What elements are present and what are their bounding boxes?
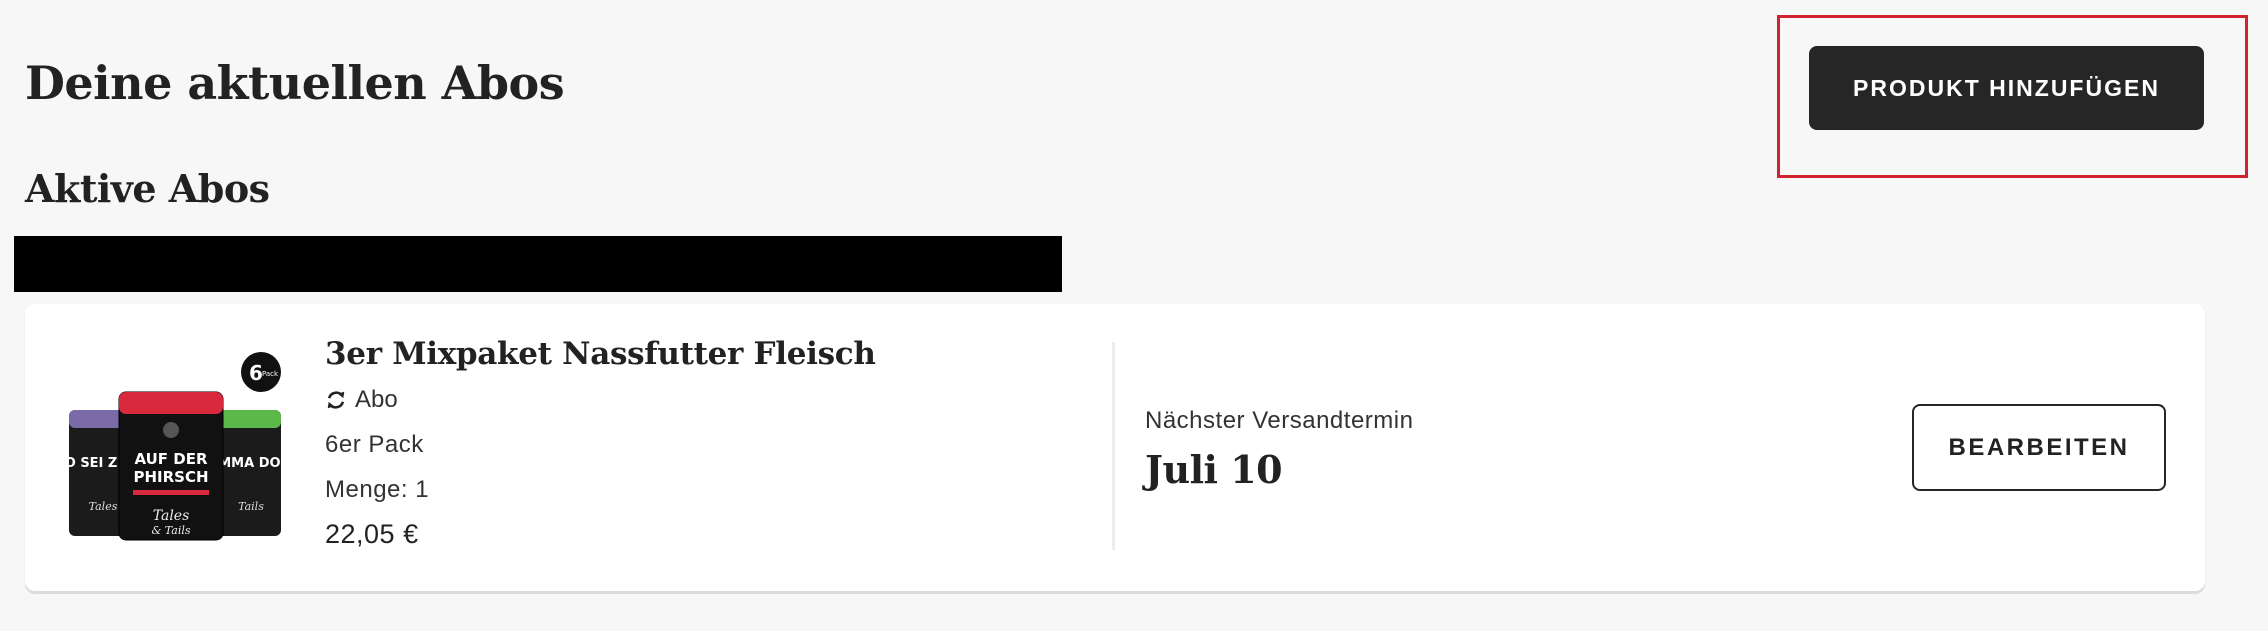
subscription-card: SO SEI ZIEGE Tales LAMMA DONG Tails AUF … — [25, 304, 2205, 591]
price: 22,05 € — [325, 519, 419, 549]
vertical-divider — [1112, 342, 1115, 550]
edit-subscription-button[interactable]: BEARBEITEN — [1912, 404, 2166, 491]
subscription-type: Abo — [325, 386, 876, 414]
refresh-icon — [325, 389, 347, 411]
subscriptions-page: Deine aktuellen Abos PRODUKT HINZUFÜGEN … — [0, 0, 2268, 631]
next-shipment: Nächster Versandtermin Juli 10 — [1145, 407, 1413, 492]
svg-text:6: 6 — [249, 361, 263, 385]
pack-size: 6er Pack — [325, 431, 424, 458]
svg-text:PHIRSCH: PHIRSCH — [133, 468, 208, 486]
add-product-button[interactable]: PRODUKT HINZUFÜGEN — [1809, 46, 2204, 130]
quantity: Menge: 1 — [325, 476, 430, 503]
page-title: Deine aktuellen Abos — [25, 56, 565, 110]
svg-text:Tales: Tales — [89, 500, 118, 513]
svg-text:Pack: Pack — [262, 370, 279, 378]
svg-text:& Tails: & Tails — [151, 524, 190, 537]
product-image: SO SEI ZIEGE Tales LAMMA DONG Tails AUF … — [55, 350, 302, 542]
next-shipment-label: Nächster Versandtermin — [1145, 407, 1414, 434]
svg-text:AUF DER: AUF DER — [134, 450, 207, 468]
svg-text:Tails: Tails — [238, 500, 264, 513]
product-name: 3er Mixpaket Nassfutter Fleisch — [325, 336, 876, 372]
section-title-active-subscriptions: Aktive Abos — [25, 166, 270, 211]
redacted-region — [14, 236, 1062, 292]
can-center: AUF DER PHIRSCH Tales & Tails — [118, 391, 224, 541]
pack-badge: 6 Pack — [241, 352, 281, 392]
svg-text:Tales: Tales — [153, 508, 190, 524]
product-info: 3er Mixpaket Nassfutter Fleisch Abo 6er … — [325, 336, 876, 550]
subscription-type-label: Abo — [355, 386, 398, 413]
next-shipment-date: Juli 10 — [1145, 447, 1283, 492]
